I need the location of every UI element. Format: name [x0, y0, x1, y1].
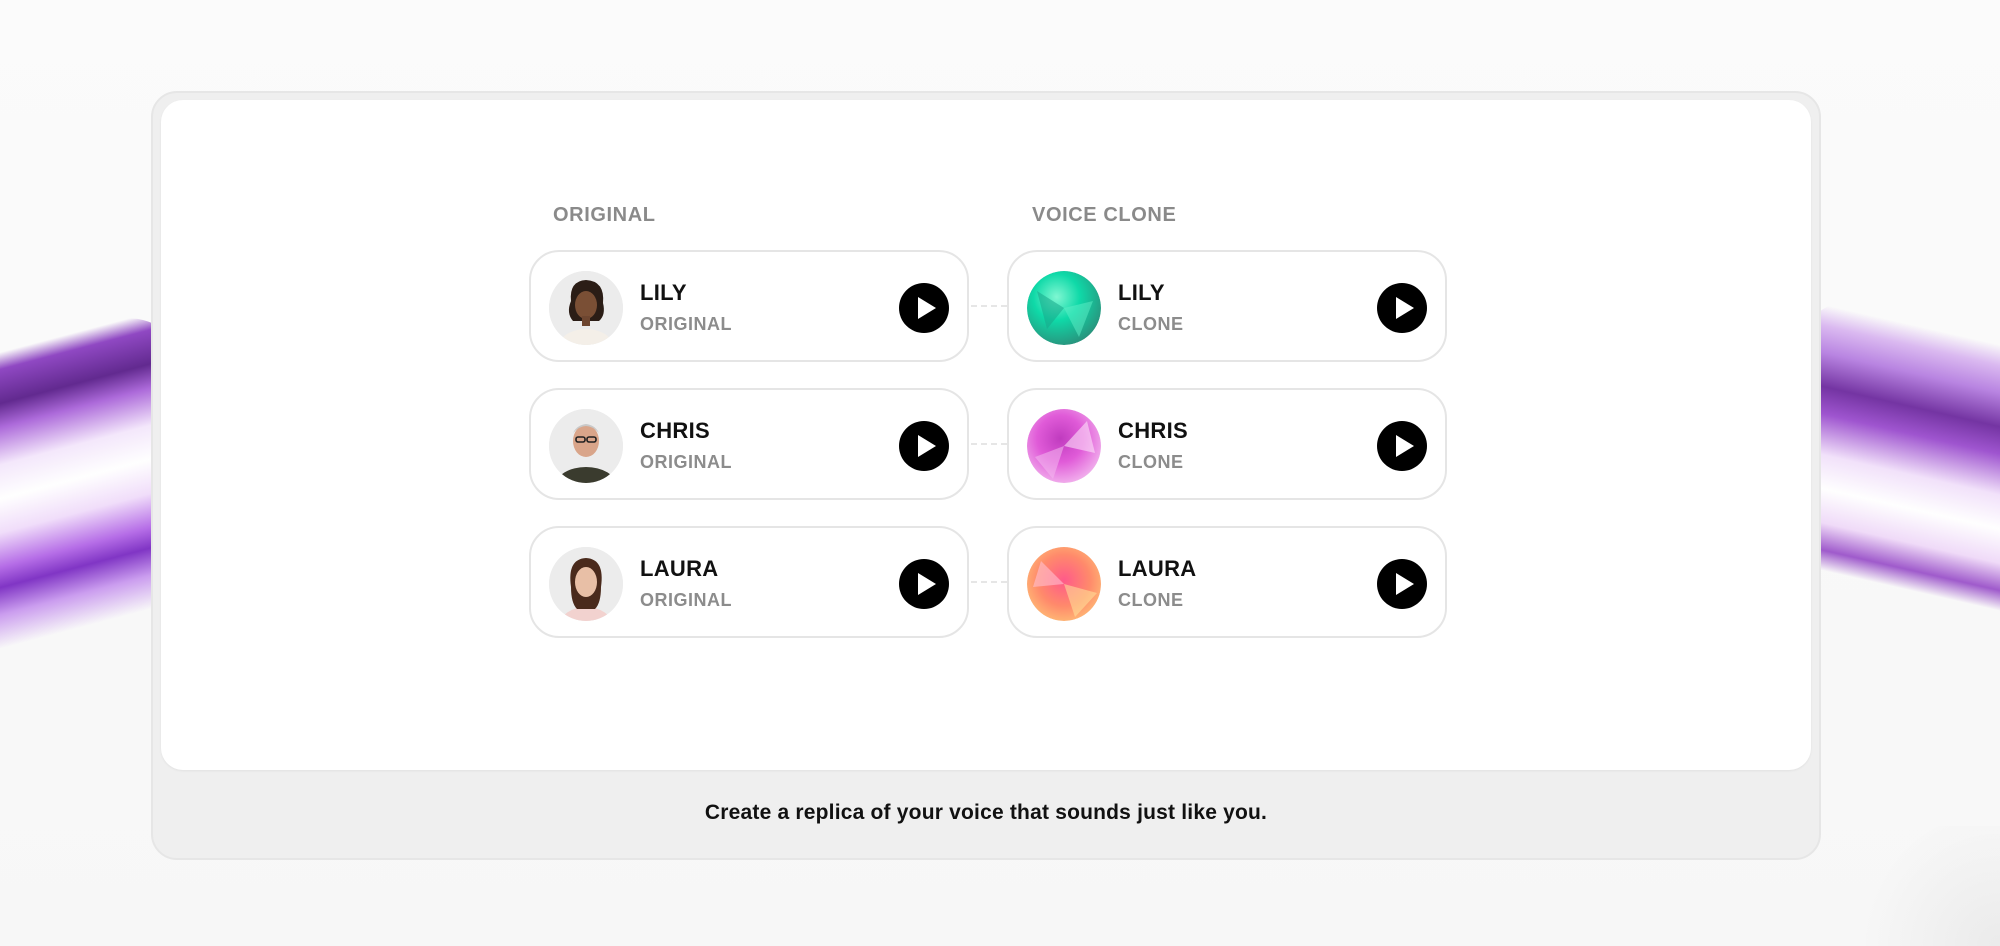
voice-demo-panel: ORIGINAL VOICE CLONE LILY ORIGINAL LILY … — [161, 100, 1811, 770]
play-icon — [918, 297, 936, 319]
play-icon — [918, 573, 936, 595]
avatar-lily — [549, 271, 623, 345]
original-column-header: ORIGINAL — [553, 204, 656, 226]
pair-connector — [971, 443, 1007, 445]
clone-voice-card-lily: LILY CLONE — [1007, 250, 1447, 362]
play-icon — [1396, 435, 1414, 457]
voice-clone-column-header: VOICE CLONE — [1032, 204, 1177, 226]
play-icon — [918, 435, 936, 457]
play-icon — [1396, 573, 1414, 595]
play-button-clone-lily[interactable] — [1377, 283, 1427, 333]
clone-orb-laura — [1027, 547, 1101, 621]
original-voice-card-chris: CHRIS ORIGINAL — [529, 388, 969, 500]
voice-name: CHRIS — [640, 418, 710, 443]
avatar-chris — [549, 409, 623, 483]
play-button-original-laura[interactable] — [899, 559, 949, 609]
voice-type-label: CLONE — [1118, 452, 1184, 472]
decorative-ribbon-right — [1800, 293, 2000, 647]
corner-shadow — [1840, 826, 2000, 946]
voice-type-label: ORIGINAL — [640, 452, 732, 472]
voice-type-label: ORIGINAL — [640, 314, 732, 334]
clone-orb-chris — [1027, 409, 1101, 483]
clone-orb-lily — [1027, 271, 1101, 345]
voice-name: LILY — [1118, 280, 1165, 305]
clone-voice-card-chris: CHRIS CLONE — [1007, 388, 1447, 500]
voice-name: CHRIS — [1118, 418, 1188, 443]
voice-name: LAURA — [1118, 556, 1197, 581]
voice-type-label: ORIGINAL — [640, 590, 732, 610]
original-voice-card-laura: LAURA ORIGINAL — [529, 526, 969, 638]
play-button-original-lily[interactable] — [899, 283, 949, 333]
play-icon — [1396, 297, 1414, 319]
tagline-caption: Create a replica of your voice that soun… — [704, 801, 1268, 824]
page: ORIGINAL VOICE CLONE LILY ORIGINAL LILY … — [0, 0, 2000, 946]
play-button-clone-chris[interactable] — [1377, 421, 1427, 471]
pair-connector — [971, 305, 1007, 307]
clone-voice-card-laura: LAURA CLONE — [1007, 526, 1447, 638]
voice-name: LAURA — [640, 556, 719, 581]
play-button-original-chris[interactable] — [899, 421, 949, 471]
pair-connector — [971, 581, 1007, 583]
original-voice-card-lily: LILY ORIGINAL — [529, 250, 969, 362]
voice-name: LILY — [640, 280, 687, 305]
voice-type-label: CLONE — [1118, 590, 1184, 610]
avatar-laura — [549, 547, 623, 621]
play-button-clone-laura[interactable] — [1377, 559, 1427, 609]
voice-demo-card: ORIGINAL VOICE CLONE LILY ORIGINAL LILY … — [151, 91, 1821, 860]
voice-type-label: CLONE — [1118, 314, 1184, 334]
